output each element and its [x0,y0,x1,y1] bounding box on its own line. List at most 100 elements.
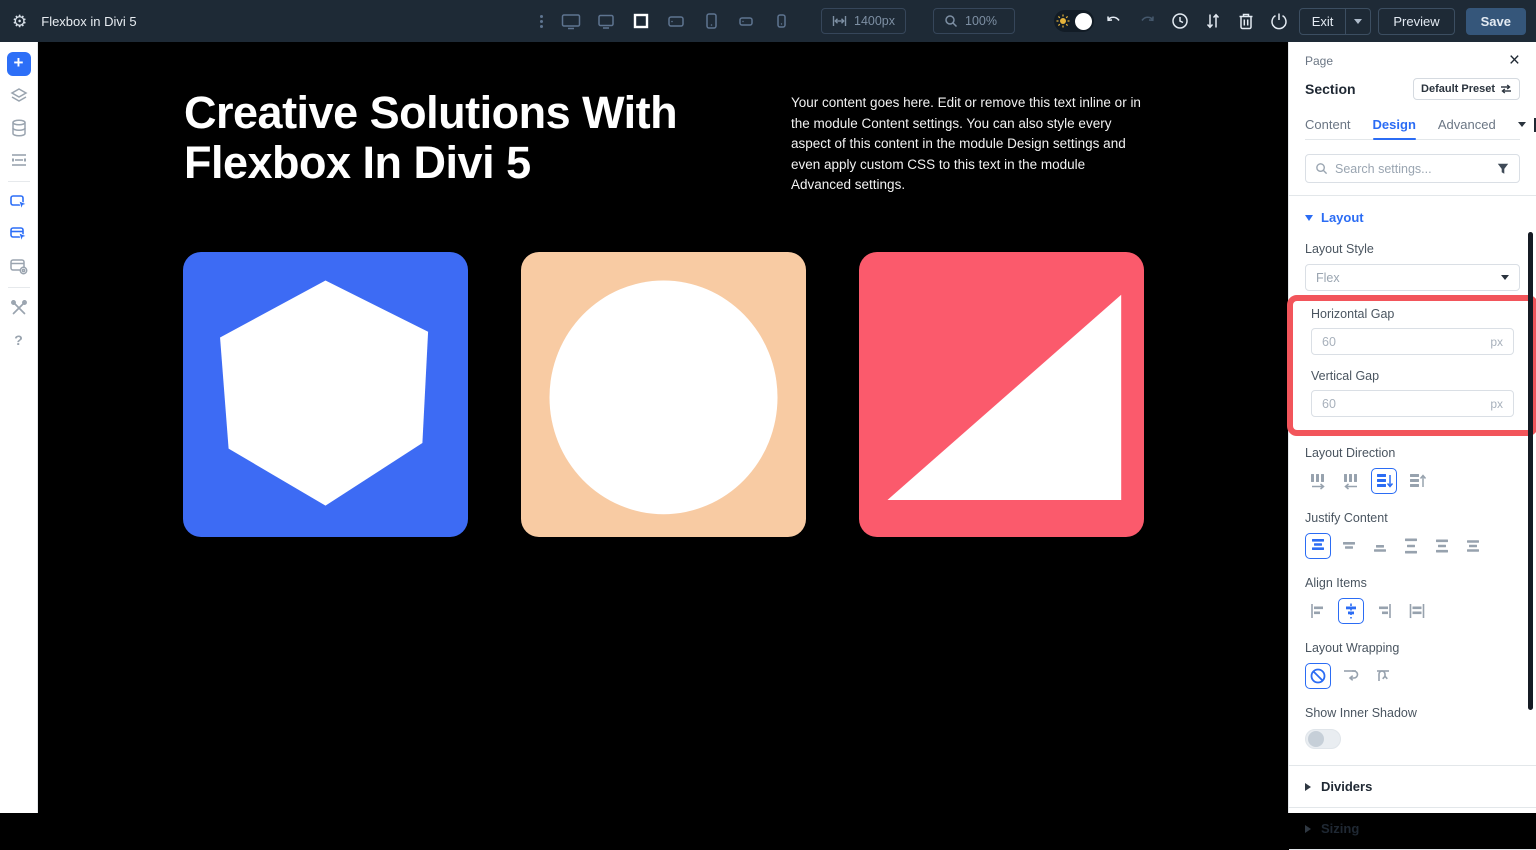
power-exit-builder-icon[interactable] [1266,8,1292,34]
vertical-gap-unit: px [1490,397,1503,411]
search-input[interactable] [1335,162,1489,176]
tabs-chevron-down-icon[interactable] [1518,122,1526,127]
builder-left-sidebar: + ? [0,42,38,813]
more-options-icon[interactable] [540,15,543,28]
close-icon[interactable]: × [1509,54,1520,68]
settings-panel: Page × Section Default Preset Content De… [1288,42,1536,813]
sizing-group-header[interactable]: Sizing [1305,808,1520,849]
page-settings-gear-icon[interactable]: ⚙ [12,13,27,30]
trash-icon[interactable] [1233,8,1259,34]
justify-space-between-icon[interactable] [1398,533,1424,559]
horizontal-gap-field: px [1311,328,1514,355]
direction-column-reverse-icon[interactable] [1404,468,1430,494]
justify-flex-start-icon[interactable] [1305,533,1331,559]
breadcrumb[interactable]: Page [1305,54,1333,68]
layout-style-label: Layout Style [1305,242,1520,256]
wrap-reverse-icon[interactable] [1371,663,1397,689]
horizontal-gap-label: Horizontal Gap [1311,307,1514,321]
align-items-label: Align Items [1305,576,1520,590]
undo-icon[interactable] [1101,8,1127,34]
justify-space-evenly-icon[interactable] [1460,533,1486,559]
justify-space-around-icon[interactable] [1429,533,1455,559]
panel-scrollbar[interactable] [1528,232,1533,710]
builder-canvas[interactable]: Creative Solutions With Flexbox In Divi … [38,42,1288,813]
wireframe-list-icon[interactable] [7,148,31,172]
wrap-icon[interactable] [1338,663,1364,689]
breakpoint-desktop-icon[interactable] [593,8,619,34]
breakpoint-tablet-portrait-icon[interactable] [698,8,724,34]
sizing-group-title: Sizing [1321,821,1359,836]
layout-style-select[interactable]: Flex [1305,264,1520,291]
layout-settings-icon[interactable] [7,254,31,278]
toggle-knob [1075,13,1092,30]
insert-module-pointer-icon[interactable] [7,222,31,246]
canvas-width-input[interactable]: 1400px [821,8,906,34]
layers-icon[interactable] [7,84,31,108]
light-dark-mode-toggle[interactable] [1054,10,1094,32]
horizontal-gap-unit: px [1490,335,1503,349]
gap-fields-highlight: Horizontal Gap px Vertical Gap px [1287,295,1536,436]
redo-icon[interactable] [1134,8,1160,34]
breakpoint-phone-portrait-icon[interactable] [768,8,794,34]
justify-flex-end-icon[interactable] [1367,533,1393,559]
canvas-width-value: 1400px [854,14,895,28]
breakpoint-desktop-large-icon[interactable] [558,8,584,34]
horizontal-gap-input[interactable] [1322,335,1490,349]
tools-icon[interactable] [7,296,31,320]
zoom-magnifier-icon [944,14,958,28]
settings-tabs: Content Design Advanced [1305,110,1520,140]
breakpoint-tablet-landscape-icon[interactable] [663,8,689,34]
sidebar-divider [8,181,30,182]
preset-swap-icon [1500,84,1512,94]
filter-funnel-icon[interactable] [1496,162,1510,175]
card-hexagon[interactable] [183,252,468,537]
direction-row-icon[interactable] [1305,468,1331,494]
align-center-icon[interactable] [1338,598,1364,624]
align-flex-start-icon[interactable] [1305,598,1331,624]
canvas-zoom-input[interactable]: 100% [933,8,1015,34]
show-inner-shadow-label: Show Inner Shadow [1305,706,1520,720]
save-button[interactable]: Save [1466,8,1526,35]
card-triangle[interactable] [859,252,1144,537]
history-clock-icon[interactable] [1167,8,1193,34]
justify-center-icon[interactable] [1336,533,1362,559]
layout-group-header[interactable]: Layout [1305,210,1520,225]
page-title: Flexbox in Divi 5 [41,14,136,29]
direction-row-reverse-icon[interactable] [1338,468,1364,494]
breakpoint-current-active-icon[interactable] [628,8,654,34]
chevron-down-icon [1501,275,1509,280]
layout-direction-options [1305,468,1520,494]
exit-button-label[interactable]: Exit [1300,14,1346,29]
wrap-none-icon[interactable] [1305,663,1331,689]
select-module-pointer-icon[interactable] [7,190,31,214]
breakpoint-phone-landscape-icon[interactable] [733,8,759,34]
default-preset-button[interactable]: Default Preset [1413,78,1520,100]
align-flex-end-icon[interactable] [1371,598,1397,624]
vertical-gap-input[interactable] [1322,397,1490,411]
layout-wrapping-options [1305,663,1520,689]
element-title: Section [1305,81,1356,97]
builder-topbar: ⚙ Flexbox in Divi 5 1400px [0,0,1536,42]
width-arrows-icon [832,15,847,27]
sort-layers-icon[interactable] [1200,8,1226,34]
hexagon-shape [183,252,468,537]
database-icon[interactable] [7,116,31,140]
preview-button[interactable]: Preview [1378,8,1454,35]
chevron-right-icon [1305,825,1311,833]
card-circle[interactable] [521,252,806,537]
dividers-group-header[interactable]: Dividers [1305,766,1520,807]
align-stretch-icon[interactable] [1404,598,1430,624]
tab-design[interactable]: Design [1373,110,1416,139]
hero-body-text[interactable]: Your content goes here. Edit or remove t… [791,93,1143,196]
tab-advanced[interactable]: Advanced [1438,110,1496,139]
search-icon [1315,162,1328,175]
add-module-button[interactable]: + [7,52,31,76]
help-icon[interactable]: ? [7,328,31,352]
exit-split-button[interactable]: Exit [1299,8,1372,35]
direction-column-icon[interactable] [1371,468,1397,494]
hero-heading[interactable]: Creative Solutions With Flexbox In Divi … [184,88,744,187]
show-inner-shadow-toggle[interactable] [1305,729,1341,749]
exit-dropdown-caret[interactable] [1345,9,1370,34]
dividers-group-title: Dividers [1321,779,1372,794]
tab-content[interactable]: Content [1305,110,1351,139]
